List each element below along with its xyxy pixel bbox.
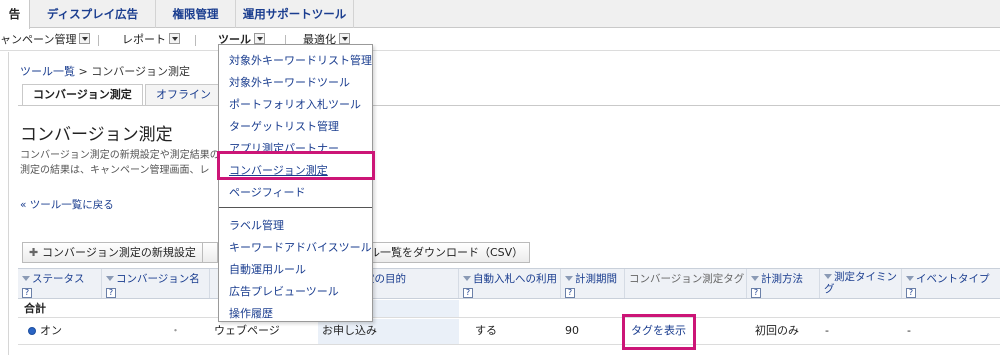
breadcrumb-current: コンバージョン測定 xyxy=(91,65,190,78)
divider xyxy=(98,35,99,46)
method-cell: 初回のみ xyxy=(755,324,799,337)
subnav-reports[interactable]: レポート xyxy=(122,32,180,48)
column-period[interactable]: 計測期間? xyxy=(561,269,625,298)
tab-search-ads[interactable]: 告 xyxy=(0,0,30,29)
help-icon[interactable]: ? xyxy=(463,288,473,298)
tab-conversion-measurement[interactable]: コンバージョン測定 xyxy=(22,84,143,106)
period-cell: 90 xyxy=(565,324,579,337)
action-button[interactable] xyxy=(202,242,218,263)
column-event-type[interactable]: イベントタイプ? xyxy=(902,269,1000,298)
description-line: 測定の結果は、キャンペーン管理画面、レ xyxy=(20,165,210,176)
sort-icon xyxy=(565,276,573,281)
subnav-campaign-management[interactable]: ャンペーン管理 xyxy=(0,32,91,48)
sort-icon xyxy=(22,276,30,281)
page-title: コンバージョン測定 xyxy=(20,125,173,145)
help-icon[interactable]: ? xyxy=(106,288,116,298)
back-to-tools-link[interactable]: « ツール一覧に戻る xyxy=(20,197,114,212)
menu-item-portfolio-bid-tool[interactable]: ポートフォリオ入札ツール xyxy=(229,96,361,112)
chevron-down-icon[interactable] xyxy=(169,33,180,44)
menu-item-auto-rules[interactable]: 自動運用ルール xyxy=(229,261,306,277)
menu-item-ad-preview[interactable]: 広告プレビューツール xyxy=(229,283,339,299)
tag-link-highlight xyxy=(622,314,696,350)
sort-icon xyxy=(906,276,914,281)
description-line: コンバージョン測定の新規設定や測定結果の xyxy=(20,150,220,161)
event-type-cell: - xyxy=(907,324,911,337)
timing-cell: - xyxy=(825,324,829,337)
menu-item-negative-keyword-list[interactable]: 対象外キーワードリスト管理 xyxy=(229,52,372,68)
plus-icon: ✚ xyxy=(29,246,43,259)
help-icon[interactable]: ? xyxy=(565,288,575,298)
help-icon[interactable]: ? xyxy=(751,288,761,298)
table-header: ステータス? コンバージョン名? ション測定の目的 自動入札への利用? 計測期間… xyxy=(18,268,1000,299)
top-tab-bar: 告 ディスプレイ広告 権限管理 運用サポートツール xyxy=(0,0,1000,29)
tab-support-tools[interactable]: 運用サポートツール xyxy=(236,0,354,28)
menu-divider xyxy=(219,207,372,208)
divider xyxy=(18,105,1000,106)
column-tag[interactable]: コンバージョン測定タグ xyxy=(625,269,747,298)
menu-item-negative-keyword-tool[interactable]: 対象外キーワードツール xyxy=(229,74,350,90)
sub-navigation: ャンペーン管理 レポート ツール 最適化 xyxy=(0,29,1000,51)
menu-item-page-feed[interactable]: ページフィード xyxy=(229,184,306,200)
status-on-icon xyxy=(28,327,36,335)
help-icon[interactable]: ? xyxy=(906,288,916,298)
help-icon[interactable]: ? xyxy=(22,288,32,298)
table-total-row: 合計 xyxy=(18,300,1000,318)
divider xyxy=(8,52,9,355)
chevron-down-icon[interactable] xyxy=(339,33,350,44)
tab-permissions[interactable]: 権限管理 xyxy=(156,0,236,28)
menu-item-keyword-advice[interactable]: キーワードアドバイスツール xyxy=(229,239,372,255)
column-method[interactable]: 計測方法? xyxy=(747,269,820,298)
column-conversion-name[interactable]: コンバージョン名? xyxy=(102,269,210,298)
sort-icon xyxy=(824,274,832,279)
purpose-cell: お申し込み xyxy=(318,319,459,344)
menu-item-label-management[interactable]: ラベル管理 xyxy=(229,217,284,233)
sort-icon xyxy=(106,276,114,281)
divider xyxy=(195,35,196,46)
breadcrumb: ツール一覧 > コンバージョン測定 xyxy=(20,63,190,79)
new-conversion-button[interactable]: ✚ コンバージョン測定の新規設定 xyxy=(22,242,203,263)
sort-icon xyxy=(751,276,759,281)
tab-offline-conversion[interactable]: オフラインコ xyxy=(145,84,225,105)
status-cell[interactable]: オン xyxy=(28,319,62,344)
sort-icon xyxy=(463,276,471,281)
total-label: 合計 xyxy=(24,302,46,315)
table-row: オン ・ ウェブページ お申し込み する 90 タグを表示 初回のみ - - xyxy=(18,319,1000,345)
chevron-down-icon[interactable] xyxy=(79,33,91,44)
menu-item-target-list[interactable]: ターゲットリスト管理 xyxy=(229,118,339,134)
auto-bid-cell: する xyxy=(475,324,497,337)
tab-display-ads[interactable]: ディスプレイ広告 xyxy=(30,0,156,28)
chevron-down-icon[interactable] xyxy=(254,33,265,44)
conversion-name-cell[interactable]: ・ xyxy=(170,319,181,344)
column-timing[interactable]: 測定タイミング xyxy=(820,269,902,298)
column-status[interactable]: ステータス? xyxy=(18,269,102,298)
category-cell: ウェブページ xyxy=(214,324,280,337)
menu-item-operation-history[interactable]: 操作履歴 xyxy=(229,305,273,321)
menu-item-highlight xyxy=(217,151,375,180)
download-csv-button[interactable]: ル一覧をダウンロード（CSV） xyxy=(363,242,531,263)
breadcrumb-tools-link[interactable]: ツール一覧 xyxy=(20,65,75,78)
column-auto-bid[interactable]: 自動入札への利用? xyxy=(459,269,561,298)
tools-dropdown-menu: 対象外キーワードリスト管理 対象外キーワードツール ポートフォリオ入札ツール タ… xyxy=(218,44,373,322)
breadcrumb-separator: > xyxy=(78,65,88,78)
